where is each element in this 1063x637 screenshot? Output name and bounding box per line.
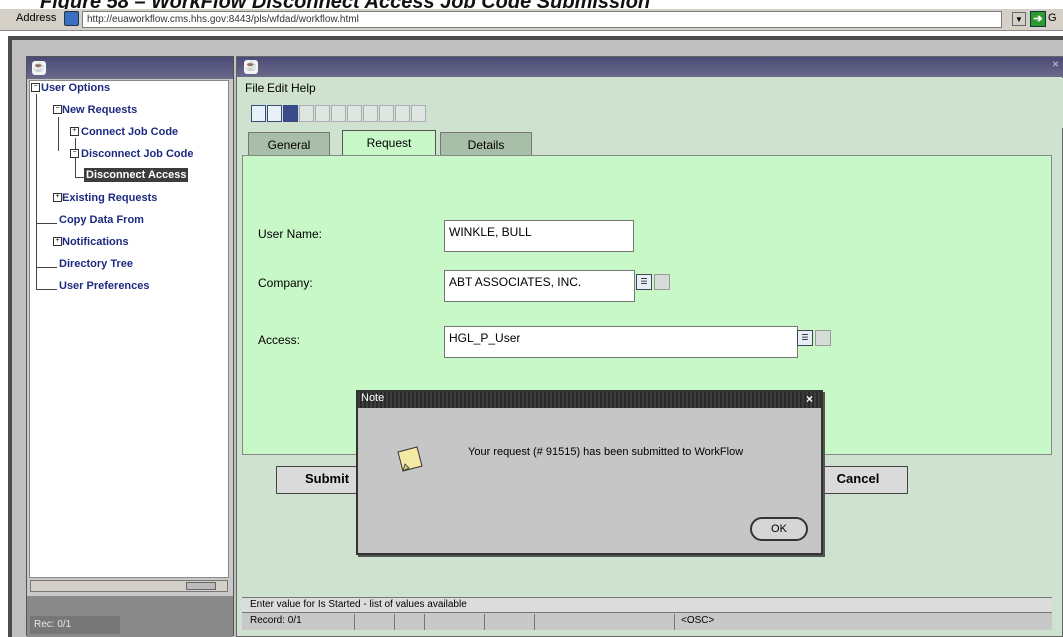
window-icon[interactable] xyxy=(283,105,298,122)
close-icon[interactable]: × xyxy=(806,392,813,406)
print-icon[interactable] xyxy=(267,105,282,122)
note-icon xyxy=(397,446,423,472)
tree-item-existing-requests[interactable]: Existing Requests xyxy=(62,192,157,204)
tree-item-disconnect-job-code[interactable]: Disconnect Job Code xyxy=(81,148,193,160)
cut-icon[interactable] xyxy=(299,105,314,122)
expand-icon[interactable]: + xyxy=(53,237,62,246)
tree-item-connect-job-code[interactable]: Connect Job Code xyxy=(81,126,178,138)
ok-button[interactable]: OK xyxy=(750,517,808,541)
list-of-values-icon[interactable]: ☰ xyxy=(797,330,813,346)
tree-line xyxy=(37,289,57,290)
menu-bar xyxy=(237,78,1063,98)
chevron-down-icon[interactable]: ▼ xyxy=(1012,12,1026,26)
user-name-label: User Name: xyxy=(258,227,323,241)
access-label: Access: xyxy=(258,333,301,347)
tree-item-user-options[interactable]: User Options xyxy=(41,82,110,94)
menu-help[interactable]: Help xyxy=(291,81,316,95)
tab-request[interactable]: Request xyxy=(342,130,436,157)
osc-indicator: <OSC> xyxy=(674,614,767,630)
expand-icon[interactable]: + xyxy=(70,127,79,136)
tree-item-new-requests[interactable]: New Requests xyxy=(62,104,137,116)
edit-icon[interactable] xyxy=(815,330,831,346)
menu-file[interactable]: File xyxy=(245,81,264,95)
tab-details[interactable]: Details xyxy=(440,132,532,157)
paste-icon[interactable] xyxy=(331,105,346,122)
tree-item-directory-tree[interactable]: Directory Tree xyxy=(59,258,133,270)
access-field[interactable]: HGL_P_User xyxy=(444,326,798,358)
tree-item-copy-data-from[interactable]: Copy Data From xyxy=(59,214,144,226)
tree-line xyxy=(37,223,57,224)
delete-icon[interactable] xyxy=(363,105,378,122)
collapse-icon[interactable]: − xyxy=(70,149,79,158)
user-name-field[interactable]: WINKLE, BULL xyxy=(444,220,634,252)
company-label: Company: xyxy=(258,276,313,290)
copy-icon[interactable] xyxy=(315,105,330,122)
menu-edit[interactable]: Edit xyxy=(267,81,288,95)
status-cell xyxy=(534,614,687,630)
expand-icon[interactable]: + xyxy=(53,193,62,202)
record-count: Record: 0/1 xyxy=(250,615,302,626)
scrollbar-thumb[interactable] xyxy=(186,582,216,590)
app-icon: ☕ xyxy=(32,61,46,75)
tree-line xyxy=(37,267,57,268)
clear-icon[interactable] xyxy=(347,105,362,122)
form-title-bar[interactable] xyxy=(237,57,1063,77)
dialog-message: Your request (# 91515) has been submitte… xyxy=(468,446,744,458)
app-icon: ☕ xyxy=(244,60,258,74)
message-bar: Enter value for Is Started - list of val… xyxy=(242,597,1052,612)
cancel-button[interactable]: Cancel xyxy=(808,466,908,494)
dialog-title: Note xyxy=(361,392,385,404)
url-input[interactable]: http://euaworkflow.cms.hhs.gov:8443/pls/… xyxy=(82,11,1002,28)
tree-line xyxy=(36,94,37,290)
company-field[interactable]: ABT ASSOCIATES, INC. xyxy=(444,270,635,302)
collapse-icon[interactable]: − xyxy=(31,83,40,92)
dialog-title-bar[interactable] xyxy=(358,392,821,408)
go-label[interactable]: G xyxy=(1048,12,1057,24)
edit-icon[interactable] xyxy=(654,274,670,290)
tab-general[interactable]: General xyxy=(248,132,330,157)
address-label: Address xyxy=(16,12,57,24)
page-icon xyxy=(64,11,79,26)
navigator-record-count: Rec: 0/1 xyxy=(30,616,120,634)
navigator-title-bar[interactable] xyxy=(27,57,233,79)
collapse-icon[interactable]: − xyxy=(53,105,62,114)
tree-item-disconnect-access[interactable]: Disconnect Access xyxy=(84,168,189,182)
exit-icon[interactable] xyxy=(411,105,426,122)
go-arrow-icon[interactable]: ➔ xyxy=(1030,11,1046,27)
close-icon[interactable]: × xyxy=(1052,57,1059,71)
tree-item-notifications[interactable]: Notifications xyxy=(62,236,129,248)
save-icon[interactable] xyxy=(251,105,266,122)
tree-line xyxy=(75,177,84,178)
tree-line xyxy=(75,138,76,178)
list-of-values-icon[interactable]: ☰ xyxy=(636,274,652,290)
find-icon[interactable] xyxy=(379,105,394,122)
tree-line xyxy=(58,117,59,151)
tree-item-user-preferences[interactable]: User Preferences xyxy=(59,280,150,292)
help-icon[interactable] xyxy=(395,105,410,122)
